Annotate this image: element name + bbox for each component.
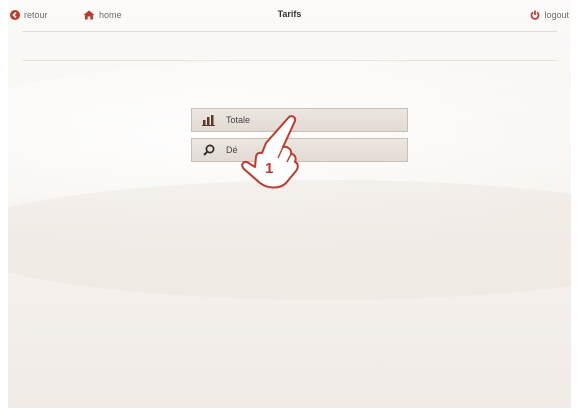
detail-label: Dé — [226, 145, 238, 155]
bar-chart-icon — [192, 114, 226, 126]
logout-link[interactable]: logout — [530, 10, 569, 20]
background-wave-shadow — [8, 180, 571, 300]
header-divider — [22, 60, 557, 61]
search-icon — [192, 144, 226, 156]
logout-label: logout — [544, 10, 569, 20]
power-icon — [530, 10, 540, 20]
app-screen: retour home Tarifs logout Totale Dé 1 — [8, 0, 571, 408]
top-divider — [22, 31, 557, 32]
tap-hand-callout: 1 — [238, 113, 304, 194]
page-title: Tarifs — [277, 9, 302, 19]
callout-number: 1 — [265, 160, 273, 177]
top-bar: retour home Tarifs logout — [8, 0, 571, 32]
